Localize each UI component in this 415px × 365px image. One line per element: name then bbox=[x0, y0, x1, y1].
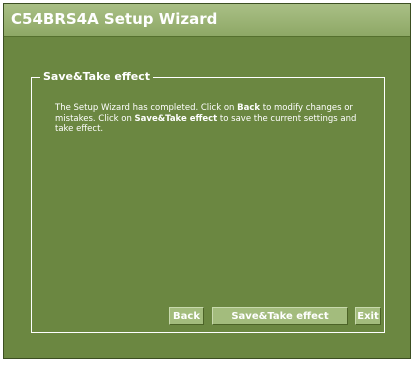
setup-wizard-window: C54BRS4A Setup Wizard Save&Take effect T… bbox=[3, 3, 411, 359]
completion-message: The Setup Wizard has completed. Click on… bbox=[55, 103, 375, 135]
message-save-word: Save&Take effect bbox=[134, 113, 218, 124]
message-text-1: The Setup Wizard has completed. Click on bbox=[55, 103, 238, 113]
groupbox-legend: Save&Take effect bbox=[40, 69, 153, 85]
window-title: C54BRS4A Setup Wizard bbox=[11, 10, 218, 28]
save-take-effect-groupbox: Save&Take effect The Setup Wizard has co… bbox=[31, 69, 385, 333]
save-take-effect-button[interactable]: Save&Take effect bbox=[212, 307, 348, 325]
title-bar: C54BRS4A Setup Wizard bbox=[4, 4, 410, 37]
exit-button[interactable]: Exit bbox=[355, 307, 381, 325]
message-back-word: Back bbox=[237, 103, 261, 113]
back-button[interactable]: Back bbox=[169, 307, 204, 325]
